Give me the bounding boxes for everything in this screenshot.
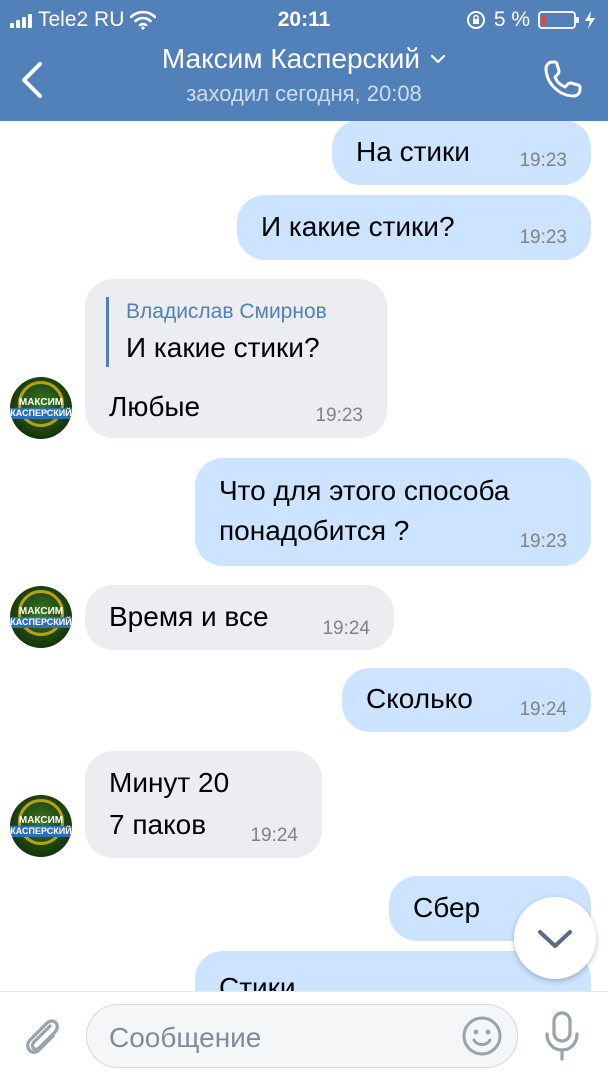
- reply-quote[interactable]: Владислав Смирнов И какие стики?: [106, 297, 327, 367]
- chat-header: Tele2 RU 20:11 5 % Максим Касперский зах…: [0, 0, 608, 121]
- battery-icon: [538, 11, 579, 29]
- battery-percent: 5 %: [493, 8, 530, 31]
- message-time: 19:23: [519, 227, 567, 248]
- message-text-line: понадобится ?: [219, 515, 410, 546]
- message-outgoing[interactable]: Сколько 19:24: [342, 668, 591, 732]
- avatar[interactable]: МАКСИМ КАСПЕРСКИЙ: [10, 586, 72, 648]
- message-outgoing[interactable]: Что для этого способа понадобится ? 19:2…: [195, 458, 591, 566]
- chevron-down-icon: [538, 930, 572, 948]
- avatar-text-bottom: КАСПЕРСКИЙ: [10, 617, 72, 628]
- last-seen: заходил сегодня, 20:08: [186, 81, 422, 106]
- contact-name: Максим Касперский: [161, 43, 421, 74]
- message-incoming[interactable]: Минут 20 7 паков 19:24: [85, 751, 322, 858]
- message-text: Время и все: [109, 601, 269, 632]
- message-time: 19:24: [519, 699, 567, 720]
- avatar-text-bottom: КАСПЕРСКИЙ: [10, 408, 72, 419]
- avatar-text-top: МАКСИМ: [18, 397, 64, 408]
- message-incoming[interactable]: Владислав Смирнов И какие стики? Любые 1…: [85, 279, 387, 438]
- avatar-text-top: МАКСИМ: [18, 815, 64, 826]
- message-text-line: 7 паков: [109, 809, 207, 840]
- microphone-icon[interactable]: [542, 1010, 582, 1062]
- quote-author: Владислав Смирнов: [126, 300, 327, 323]
- smiley-icon[interactable]: [461, 1015, 503, 1057]
- status-right: 5 %: [466, 8, 596, 32]
- contact-name-row[interactable]: Максим Касперский: [162, 43, 446, 75]
- message-text: Сбер: [413, 892, 481, 923]
- avatar-text-top: МАКСИМ: [18, 606, 64, 617]
- composer-bar: Сообщение: [0, 991, 608, 1080]
- nav-bar: Максим Касперский заходил сегодня, 20:08: [0, 40, 608, 121]
- status-bar: Tele2 RU 20:11 5 %: [0, 0, 608, 40]
- avatar-text-bottom: КАСПЕРСКИЙ: [10, 826, 72, 837]
- avatar[interactable]: МАКСИМ КАСПЕРСКИЙ: [10, 795, 72, 857]
- message-text: На стики: [356, 136, 470, 167]
- chevron-left-icon[interactable]: [12, 58, 52, 102]
- chat-screen: Tele2 RU 20:11 5 % Максим Касперский зах…: [0, 0, 608, 1080]
- message-time: 19:23: [519, 531, 567, 552]
- chat-title-block[interactable]: Максим Касперский заходил сегодня, 20:08: [100, 43, 508, 107]
- message-text-line: Что для этого способа: [219, 475, 510, 506]
- chevron-down-icon: [430, 54, 446, 64]
- message-incoming[interactable]: Время и все 19:24: [85, 585, 394, 650]
- message-time: 19:24: [322, 618, 370, 639]
- charging-icon: [585, 11, 595, 29]
- message-time: 19:23: [519, 150, 567, 171]
- message-time: 19:24: [250, 825, 298, 846]
- message-time: 19:23: [315, 405, 363, 426]
- scroll-down-button[interactable]: [514, 897, 596, 979]
- message-text: Сколько: [366, 683, 473, 714]
- message-input[interactable]: Сообщение: [86, 1004, 518, 1068]
- message-list[interactable]: На стики 19:23 И какие стики? 19:23 Влад…: [0, 121, 608, 991]
- message-text: Стики: [219, 972, 296, 991]
- quote-text: И какие стики?: [126, 332, 320, 363]
- message-outgoing[interactable]: На стики 19:23: [332, 121, 591, 185]
- message-text: И какие стики?: [261, 211, 455, 242]
- rotation-lock-icon: [466, 11, 485, 29]
- phone-icon[interactable]: [540, 56, 586, 102]
- message-text: Любые: [109, 391, 201, 422]
- paperclip-icon[interactable]: [20, 1012, 64, 1058]
- message-placeholder: Сообщение: [109, 1022, 262, 1053]
- avatar[interactable]: МАКСИМ КАСПЕРСКИЙ: [10, 377, 72, 439]
- message-outgoing[interactable]: И какие стики? 19:23: [237, 195, 591, 260]
- message-text-line: Минут 20: [109, 767, 230, 798]
